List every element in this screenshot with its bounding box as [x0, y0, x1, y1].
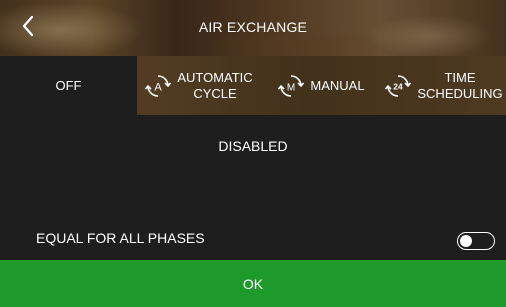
svg-text:A: A [155, 81, 163, 93]
tab-automatic-cycle[interactable]: A AUTOMATIC CYCLE [137, 56, 261, 115]
header-bar: AIR EXCHANGE [0, 0, 506, 56]
auto-cycle-icon: A [145, 74, 172, 97]
ok-button[interactable]: OK [0, 260, 506, 307]
tab-manual-label: MANUAL [310, 77, 365, 93]
tab-time-scheduling[interactable]: 24 TIME SCHEDULING [382, 56, 506, 115]
svg-text:24: 24 [394, 81, 404, 91]
tab-manual[interactable]: M MANUAL [261, 56, 382, 115]
tab-automatic-cycle-label: AUTOMATIC CYCLE [177, 69, 253, 101]
tab-time-scheduling-label: TIME SCHEDULING [417, 69, 503, 101]
status-text: DISABLED [218, 138, 288, 154]
toggle-knob [460, 234, 472, 247]
equal-phases-label: EQUAL FOR ALL PHASES [36, 230, 205, 246]
equal-phases-toggle[interactable] [457, 232, 495, 250]
mode-tabs: OFF A AUTOMATIC CYCLE M MANUAL 24 TIME S… [0, 56, 506, 115]
svg-text:M: M [287, 82, 295, 93]
manual-cycle-icon: M [278, 74, 305, 97]
ok-button-label: OK [242, 275, 264, 292]
page-title: AIR EXCHANGE [198, 19, 308, 35]
schedule-24-icon: 24 [385, 74, 412, 97]
tab-off[interactable]: OFF [0, 56, 137, 115]
tab-off-label: OFF [55, 77, 82, 93]
